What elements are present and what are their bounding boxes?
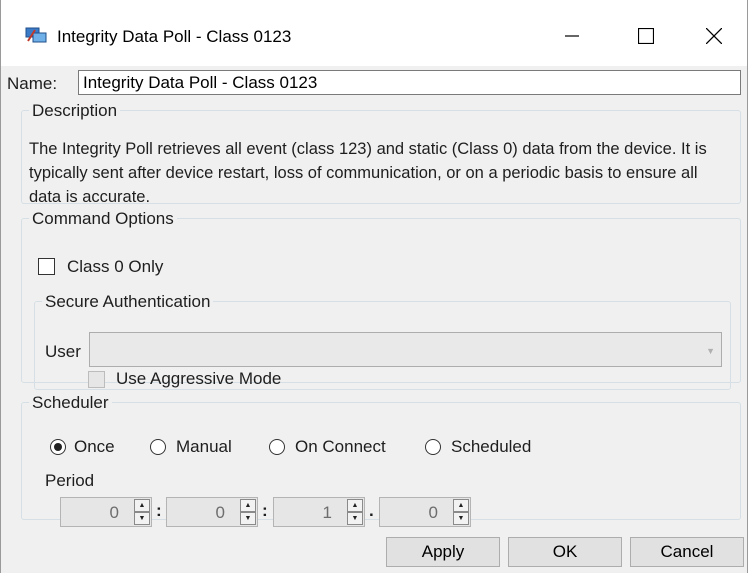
spin-up-icon[interactable]: ▲ [453,499,469,512]
secure-authentication-group: Secure Authentication User ▼ Use Aggress… [34,293,731,390]
apply-button[interactable]: Apply [386,537,500,567]
radio-once-label[interactable]: Once [74,437,115,457]
spin-up-icon[interactable]: ▲ [347,499,363,512]
aggressive-mode-checkbox[interactable] [88,371,105,388]
spin-down-icon[interactable]: ▼ [347,512,363,525]
spin-up-icon[interactable]: ▲ [240,499,256,512]
period-hours-stepper[interactable]: 0 ▲ ▼ [60,497,152,527]
maximize-icon [638,28,654,44]
period-separator: . [369,501,374,520]
spin-down-icon[interactable]: ▼ [240,512,256,525]
chevron-down-icon: ▼ [706,346,715,356]
radio-manual[interactable] [150,439,166,455]
close-icon [706,28,722,44]
description-text: The Integrity Poll retrieves all event (… [29,140,707,206]
period-separator: : [262,501,268,520]
description-legend: Description [32,101,118,120]
radio-scheduled[interactable] [425,439,441,455]
scheduler-legend: Scheduler [32,393,109,412]
secure-authentication-legend: Secure Authentication [45,292,211,311]
window-title: Integrity Data Poll - Class 0123 [57,27,292,46]
period-millis-stepper[interactable]: 0 ▲ ▼ [379,497,471,527]
user-select[interactable]: ▼ [89,332,722,367]
period-label: Period [45,471,95,490]
spin-down-icon[interactable]: ▼ [453,512,469,525]
class0-only-label[interactable]: Class 0 Only [67,257,163,277]
dialog-window: Integrity Data Poll - Class 0123 Name: D… [0,0,748,573]
title-bar: Integrity Data Poll - Class 0123 [1,0,747,66]
command-options-group: Command Options Class 0 Only Secure Auth… [21,209,741,390]
period-seconds-stepper[interactable]: 1 ▲ ▼ [273,497,365,527]
user-label: User [45,342,81,361]
minimize-icon [565,35,579,37]
radio-once[interactable] [50,439,66,455]
period-hours-value: 0 [109,503,119,522]
maximize-button[interactable] [623,16,669,56]
period-millis-value: 0 [428,503,438,522]
period-separator: : [156,501,162,520]
radio-manual-label[interactable]: Manual [176,437,232,457]
scheduler-group: Scheduler Once Manual On Connect Schedul… [21,393,741,527]
network-icon [25,26,47,44]
period-minutes-stepper[interactable]: 0 ▲ ▼ [166,497,258,527]
close-button[interactable] [691,16,737,56]
radio-scheduled-label[interactable]: Scheduled [451,437,531,457]
spin-down-icon[interactable]: ▼ [134,512,150,525]
period-minutes-value: 0 [215,503,225,522]
spin-up-icon[interactable]: ▲ [134,499,150,512]
cancel-button[interactable]: Cancel [630,537,744,567]
class0-only-checkbox[interactable] [38,258,55,275]
period-seconds-value: 1 [322,503,332,522]
name-label: Name: [7,74,58,93]
radio-on-connect[interactable] [269,439,285,455]
aggressive-mode-label[interactable]: Use Aggressive Mode [116,369,281,389]
ok-button[interactable]: OK [508,537,622,567]
description-group: Description The Integrity Poll retrieves… [21,101,741,206]
command-options-legend: Command Options [32,209,174,228]
radio-on-connect-label[interactable]: On Connect [295,437,386,457]
name-input[interactable] [78,70,741,95]
minimize-button[interactable] [549,16,595,56]
